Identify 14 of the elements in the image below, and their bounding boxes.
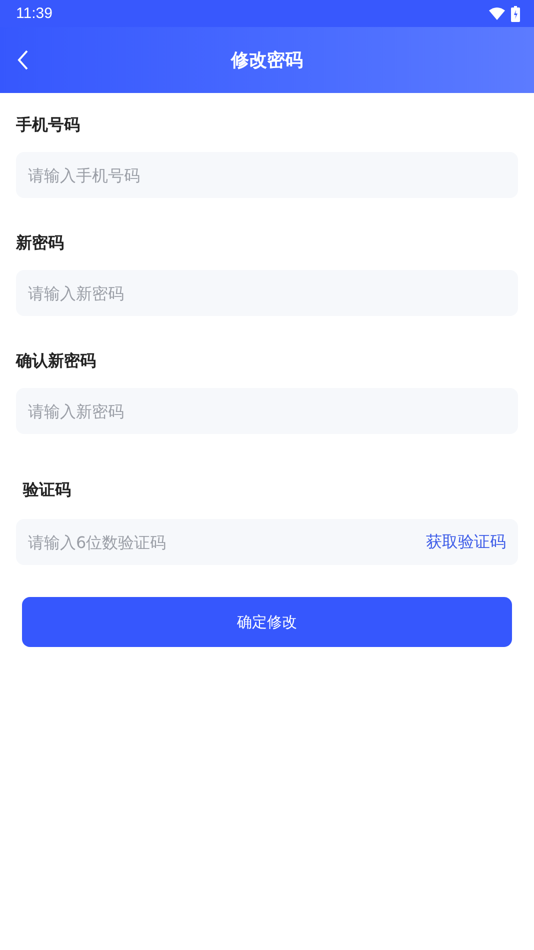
status-time: 11:39 [16, 5, 52, 22]
field-label: 确认新密码 [16, 351, 97, 371]
back-icon[interactable] [17, 50, 29, 70]
get-code-link[interactable]: 获取验证码 [426, 532, 506, 552]
input-field[interactable]: 请输入新密码 [16, 270, 518, 316]
field-label: 验证码 [22, 480, 72, 500]
field-label: 新密码 [16, 233, 65, 253]
battery-icon [511, 6, 520, 22]
input-field[interactable]: 请输入新密码 [16, 388, 518, 434]
wifi-icon [489, 7, 505, 20]
page-title: 修改密码 [231, 49, 303, 72]
field-label: 手机号码 [16, 115, 81, 135]
submit-button[interactable]: 确定修改 [22, 597, 512, 647]
input-field[interactable]: 请输入手机号码 [16, 152, 518, 198]
